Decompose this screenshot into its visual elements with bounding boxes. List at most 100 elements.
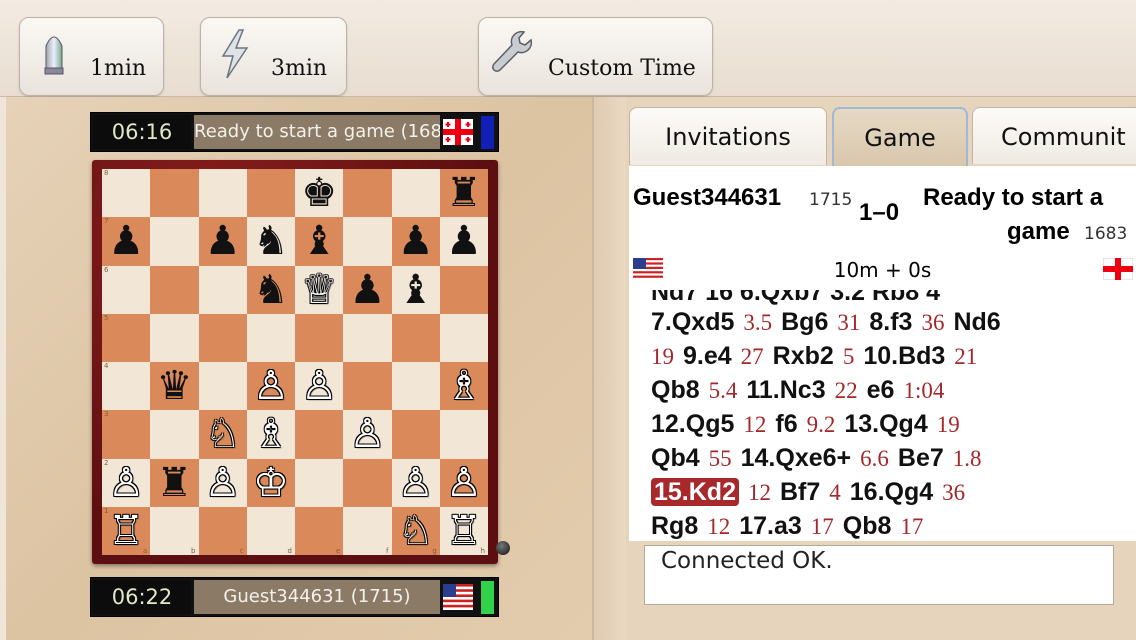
- white-pawn-piece[interactable]: ♙: [253, 366, 289, 406]
- black-pawn-piece[interactable]: ♟: [446, 221, 482, 261]
- move-notation[interactable]: 11.Nc3: [746, 376, 825, 404]
- white-king-piece[interactable]: ♔: [253, 463, 289, 503]
- square-h5[interactable]: [439, 313, 488, 362]
- square-f7[interactable]: [343, 217, 392, 266]
- move-notation[interactable]: Bg6: [781, 308, 828, 336]
- square-f2[interactable]: [343, 458, 392, 507]
- move-notation[interactable]: 14.Qxe6+: [741, 444, 852, 472]
- square-d8[interactable]: [246, 169, 295, 218]
- move-notation[interactable]: Rg8: [651, 512, 698, 540]
- square-c3[interactable]: ♘: [198, 410, 247, 459]
- square-a4[interactable]: 4: [102, 362, 151, 411]
- white-pawn-piece[interactable]: ♙: [398, 463, 434, 503]
- square-h7[interactable]: ♟: [439, 217, 488, 266]
- 3min-button[interactable]: 3min: [200, 17, 347, 96]
- white-knight-piece[interactable]: ♘: [398, 511, 434, 551]
- square-h4[interactable]: ♗: [439, 362, 488, 411]
- square-b4[interactable]: ♛: [150, 362, 199, 411]
- square-g1[interactable]: g ♘: [391, 506, 440, 555]
- square-e5[interactable]: [295, 313, 344, 362]
- square-b6[interactable]: [150, 265, 199, 314]
- black-king-piece[interactable]: ♚: [301, 173, 337, 213]
- square-f6[interactable]: ♟: [343, 265, 392, 314]
- current-move[interactable]: 15.Kd2: [651, 478, 739, 506]
- square-b5[interactable]: [150, 313, 199, 362]
- black-bishop-piece[interactable]: ♝: [398, 270, 434, 310]
- square-e1[interactable]: e: [295, 506, 344, 555]
- square-f8[interactable]: [343, 169, 392, 218]
- square-a5[interactable]: 5: [102, 313, 151, 362]
- white-rook-piece[interactable]: ♖: [108, 511, 144, 551]
- pane-divider[interactable]: [592, 97, 628, 640]
- square-c5[interactable]: [198, 313, 247, 362]
- square-c7[interactable]: ♟: [198, 217, 247, 266]
- move-notation[interactable]: 10.Bd3: [863, 342, 945, 370]
- black-pawn-piece[interactable]: ♟: [349, 270, 385, 310]
- tab-invitations[interactable]: Invitations: [629, 107, 827, 165]
- square-h2[interactable]: ♙: [439, 458, 488, 507]
- move-notation[interactable]: 17.a3: [739, 512, 802, 540]
- square-g5[interactable]: [391, 313, 440, 362]
- square-b7[interactable]: [150, 217, 199, 266]
- square-e6[interactable]: ♕: [295, 265, 344, 314]
- black-knight-piece[interactable]: ♞: [253, 270, 289, 310]
- square-g3[interactable]: [391, 410, 440, 459]
- black-pawn-piece[interactable]: ♟: [108, 221, 144, 261]
- square-h6[interactable]: [439, 265, 488, 314]
- square-e4[interactable]: ♙: [295, 362, 344, 411]
- square-d1[interactable]: d: [246, 506, 295, 555]
- move-notation[interactable]: 7.Qxd5: [651, 308, 734, 336]
- white-bishop-piece[interactable]: ♗: [446, 366, 482, 406]
- square-d5[interactable]: [246, 313, 295, 362]
- square-d3[interactable]: ♗: [246, 410, 295, 459]
- square-a2[interactable]: 2 ♙: [102, 458, 151, 507]
- square-b2[interactable]: ♜: [150, 458, 199, 507]
- move-notation[interactable]: Qb8: [651, 376, 700, 404]
- black-bishop-piece[interactable]: ♝: [301, 221, 337, 261]
- move-notation[interactable]: Qb8: [843, 512, 892, 540]
- square-d2[interactable]: ♔: [246, 458, 295, 507]
- square-d7[interactable]: ♞: [246, 217, 295, 266]
- black-pawn-piece[interactable]: ♟: [398, 221, 434, 261]
- square-e7[interactable]: ♝: [295, 217, 344, 266]
- custom-time-button[interactable]: Custom Time: [478, 17, 713, 96]
- white-pawn-piece[interactable]: ♙: [108, 463, 144, 503]
- black-pawn-piece[interactable]: ♟: [205, 221, 241, 261]
- square-b1[interactable]: b: [150, 506, 199, 555]
- square-a3[interactable]: 3: [102, 410, 151, 459]
- white-pawn-piece[interactable]: ♙: [301, 366, 337, 406]
- square-e3[interactable]: [295, 410, 344, 459]
- square-f1[interactable]: f: [343, 506, 392, 555]
- square-g8[interactable]: [391, 169, 440, 218]
- square-g7[interactable]: ♟: [391, 217, 440, 266]
- move-notation[interactable]: 9.e4: [683, 342, 732, 370]
- black-rook-piece[interactable]: ♜: [446, 173, 482, 213]
- white-bishop-piece[interactable]: ♗: [253, 414, 289, 454]
- move-notation[interactable]: f6: [775, 410, 797, 438]
- square-c2[interactable]: ♙: [198, 458, 247, 507]
- white-queen-piece[interactable]: ♕: [301, 270, 337, 310]
- square-c4[interactable]: [198, 362, 247, 411]
- square-c6[interactable]: [198, 265, 247, 314]
- move-notation[interactable]: 8.f3: [869, 308, 912, 336]
- black-knight-piece[interactable]: ♞: [253, 221, 289, 261]
- square-e2[interactable]: [295, 458, 344, 507]
- square-e8[interactable]: ♚: [295, 169, 344, 218]
- square-f3[interactable]: ♙: [343, 410, 392, 459]
- move-list[interactable]: Nd7 16 6.Qxb7 3.2 Rb8 4 7.Qxd5 3.5 Bg6 31 8.…: [629, 290, 1136, 541]
- square-f5[interactable]: [343, 313, 392, 362]
- square-b8[interactable]: [150, 169, 199, 218]
- square-a1[interactable]: 1 a ♖: [102, 506, 151, 555]
- square-h1[interactable]: h ♖: [439, 506, 488, 555]
- move-notation[interactable]: 13.Qg4: [844, 410, 927, 438]
- move-notation[interactable]: Bf7: [780, 478, 820, 506]
- white-pawn-piece[interactable]: ♙: [349, 414, 385, 454]
- square-f4[interactable]: [343, 362, 392, 411]
- square-a7[interactable]: 7 ♟: [102, 217, 151, 266]
- square-d4[interactable]: ♙: [246, 362, 295, 411]
- square-a6[interactable]: 6: [102, 265, 151, 314]
- black-queen-piece[interactable]: ♛: [156, 366, 192, 406]
- move-notation[interactable]: 12.Qg5: [651, 410, 734, 438]
- square-c1[interactable]: c: [198, 506, 247, 555]
- square-g6[interactable]: ♝: [391, 265, 440, 314]
